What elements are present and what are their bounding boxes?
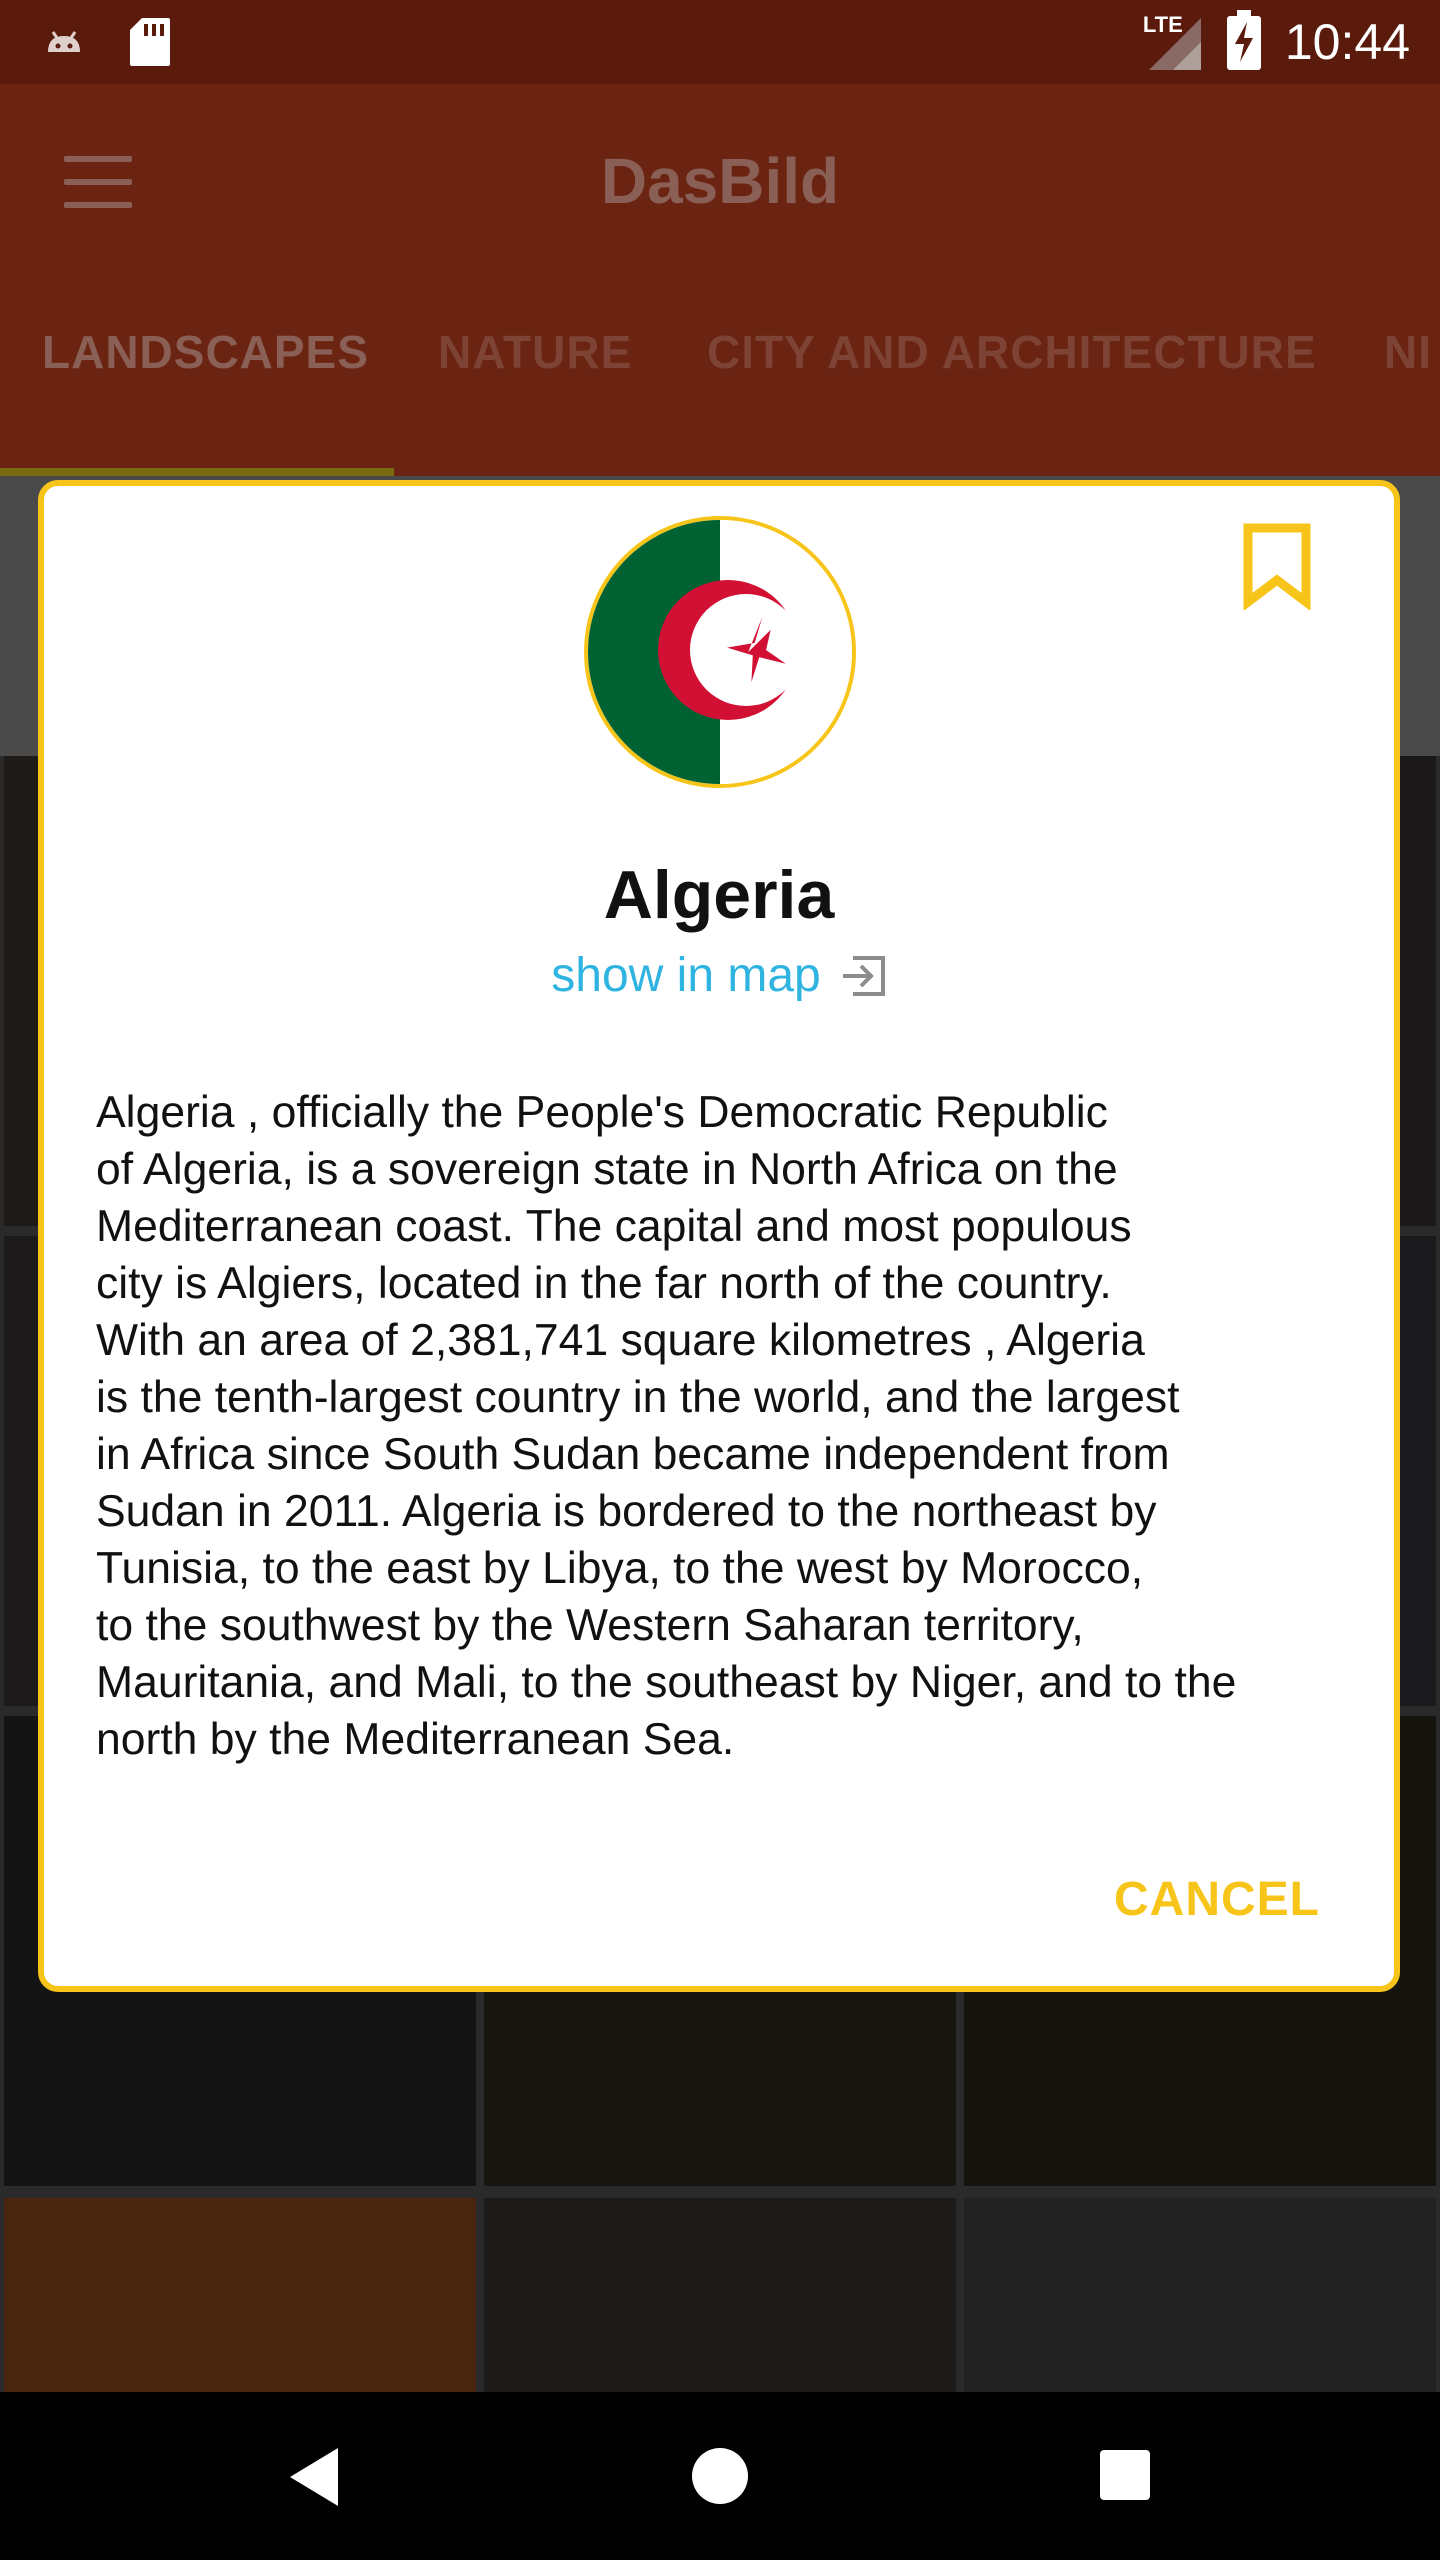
- open-external-icon[interactable]: [841, 954, 887, 998]
- bookmark-icon[interactable]: [1242, 522, 1312, 610]
- grid-image[interactable]: [4, 2198, 476, 2392]
- tab-indicator: [0, 468, 394, 476]
- clock: 10:44: [1284, 14, 1410, 70]
- app-title: DasBild: [600, 145, 840, 217]
- navigation-bar: [0, 2392, 1440, 2560]
- home-icon[interactable]: [690, 2446, 750, 2506]
- algeria-flag: [584, 516, 856, 788]
- country-description: Algeria , officially the People's Democr…: [96, 1088, 1237, 1764]
- show-in-map-link[interactable]: show in map: [44, 948, 1394, 1003]
- cancel-button[interactable]: CANCEL: [1114, 1872, 1320, 1927]
- tab-city-and-architecture[interactable]: CITY AND ARCHITECTURE: [707, 325, 1317, 379]
- battery-charging-icon: [1225, 9, 1263, 75]
- grid-image[interactable]: [484, 2198, 956, 2392]
- country-dialog: Algeria show in map Algeria , officially…: [38, 480, 1400, 1992]
- status-bar: LTE 10:44: [0, 0, 1440, 84]
- recents-icon[interactable]: [1098, 2448, 1152, 2502]
- tab-next[interactable]: NI: [1384, 325, 1432, 379]
- back-icon[interactable]: [286, 2446, 342, 2508]
- tab-bar: LANDSCAPES NATURE CITY AND ARCHITECTURE …: [0, 268, 1440, 392]
- country-title: Algeria: [603, 857, 835, 933]
- sd-card-icon: [128, 16, 172, 73]
- tab-nature[interactable]: NATURE: [438, 325, 632, 379]
- android-icon: [40, 22, 88, 67]
- tab-landscapes[interactable]: LANDSCAPES: [42, 325, 369, 379]
- grid-image[interactable]: [964, 2198, 1436, 2392]
- show-in-map-label[interactable]: show in map: [551, 948, 820, 1003]
- signal-icon: LTE: [1143, 12, 1203, 72]
